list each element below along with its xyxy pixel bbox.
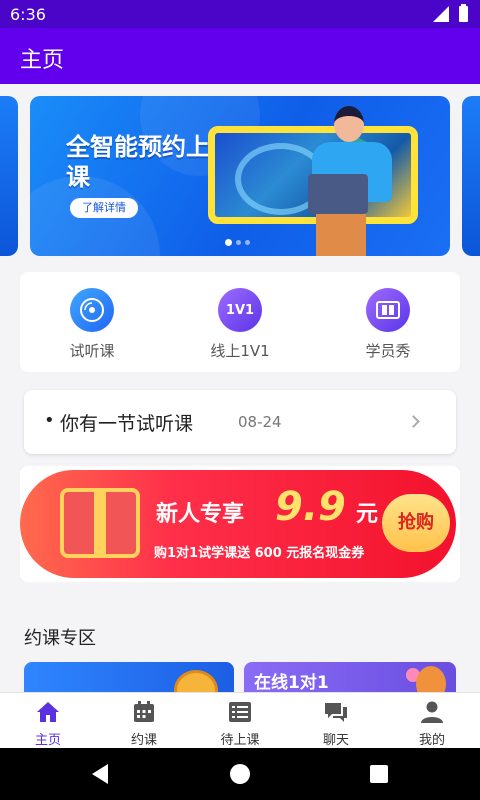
course-card-trial[interactable] [24, 662, 234, 692]
notice-text: 你有一节试听课 [60, 413, 194, 435]
nav-label: 聊天 [322, 733, 349, 748]
nav-item-chat[interactable]: 聊天 [288, 693, 384, 748]
notice-date: 08-24 [238, 413, 282, 431]
banner-prev-peek[interactable] [0, 96, 18, 256]
bottom-nav: 主页 约课 待上课 聊天 我的 [0, 692, 480, 748]
carousel-dot [225, 239, 232, 246]
quick-action-label: 学员秀 [365, 342, 411, 360]
recents-icon[interactable] [370, 765, 388, 783]
course-illustration-person [416, 666, 446, 692]
system-nav-bar [0, 748, 480, 800]
calendar-icon [131, 701, 157, 723]
promo-price: 9.9 [275, 484, 346, 530]
chevron-right-icon [407, 415, 420, 428]
status-bar: 6:36 [0, 0, 480, 28]
quick-action-student-show[interactable]: 学员秀 [338, 288, 438, 361]
banner-slide[interactable]: 全智能预约上课 了解详情 [30, 96, 450, 256]
promo-unit: 元 [356, 502, 379, 527]
app-bar: 主页 [0, 28, 480, 84]
bullet: • [44, 410, 55, 431]
battery-icon [459, 4, 468, 22]
promo-banner[interactable]: 新人专享 9.9 元 购1对1试学课送 600 元报名现金券 抢购 [20, 466, 460, 582]
promo-buy-button[interactable]: 抢购 [382, 494, 450, 552]
quick-action-label: 线上1V1 [210, 342, 270, 360]
gallery-icon [366, 288, 410, 332]
course-card-online-1v1[interactable]: 在线1对1 [244, 662, 456, 692]
home-content[interactable]: 全智能预约上课 了解详情 试听课 1V1 线上1V1 学员秀 • 你有一节试听课… [0, 84, 480, 692]
nav-item-upcoming[interactable]: 待上课 [192, 693, 288, 748]
disc-icon [70, 288, 114, 332]
page-title: 主页 [20, 48, 65, 73]
nav-label: 待上课 [220, 733, 260, 748]
gift-icon [60, 488, 140, 558]
carousel-dot [245, 240, 250, 245]
banner-next-peek[interactable] [462, 96, 480, 256]
status-icons [433, 4, 468, 22]
banner-carousel[interactable]: 全智能预约上课 了解详情 [0, 96, 480, 256]
nav-item-mine[interactable]: 我的 [384, 693, 480, 748]
course-card-label: 在线1对1 [254, 673, 329, 692]
nav-label: 我的 [418, 733, 445, 748]
banner-learn-more-button[interactable]: 了解详情 [70, 198, 138, 218]
person-icon [419, 701, 445, 723]
signal-icon [433, 6, 449, 22]
quick-action-online-1v1[interactable]: 1V1 线上1V1 [190, 288, 290, 361]
carousel-dot [236, 240, 241, 245]
nav-label: 约课 [130, 733, 157, 748]
banner-illustration-person [316, 208, 366, 256]
back-icon[interactable] [92, 764, 108, 784]
banner-title: 全智能预约上课 [66, 133, 210, 191]
quick-actions-card: 试听课 1V1 线上1V1 学员秀 [20, 272, 460, 372]
nav-item-book-class[interactable]: 约课 [96, 693, 192, 748]
home-icon [35, 701, 61, 723]
banner-illustration-person [334, 106, 364, 142]
carousel-indicator [225, 239, 250, 246]
section-title: 约课专区 [24, 628, 96, 649]
nav-label: 主页 [34, 733, 61, 748]
promo-subtitle: 购1对1试学课送 600 元报名现金券 [154, 546, 365, 561]
list-icon [227, 701, 253, 723]
quick-action-label: 试听课 [69, 342, 115, 360]
coin-icon [174, 670, 218, 692]
book-1v1-icon: 1V1 [218, 288, 262, 332]
status-time: 6:36 [10, 5, 46, 24]
trial-class-notice[interactable]: • 你有一节试听课 08-24 [24, 390, 456, 454]
laptop-icon [308, 174, 368, 214]
nav-item-home[interactable]: 主页 [0, 693, 96, 748]
promo-title: 新人专享 [156, 502, 245, 527]
chat-icon [323, 701, 349, 723]
quick-action-trial-class[interactable]: 试听课 [42, 288, 142, 361]
home-circle-icon[interactable] [230, 764, 250, 784]
